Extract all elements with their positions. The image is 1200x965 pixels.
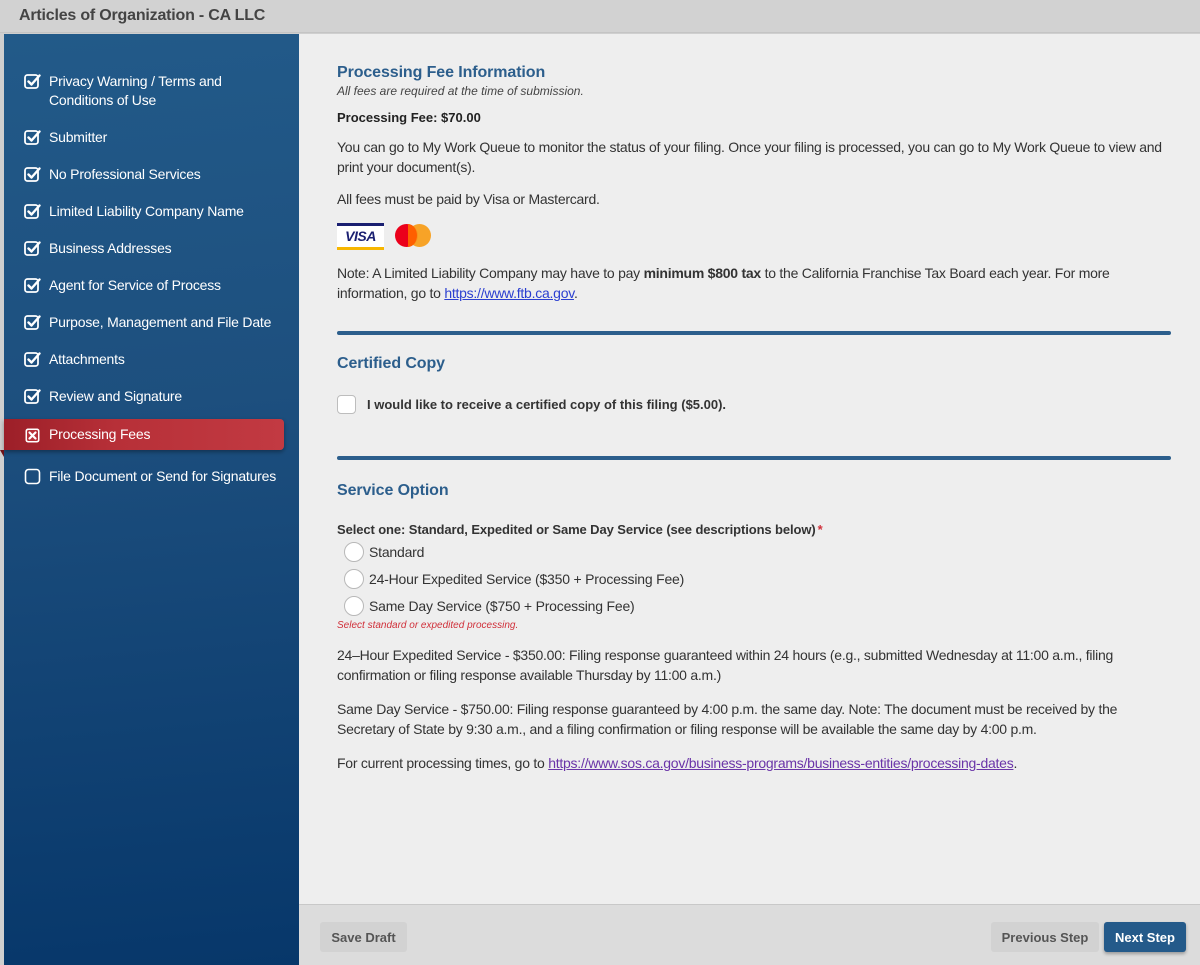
processing-times-text: For current processing times, go to http…: [337, 753, 1171, 773]
sidebar-item-submitter[interactable]: Submitter: [4, 128, 299, 147]
next-step-button[interactable]: Next Step: [1104, 922, 1186, 952]
radio-button[interactable]: [344, 595, 364, 616]
sidebar-item-no-professional-services[interactable]: No Professional Services: [4, 165, 299, 184]
certified-copy-checkbox[interactable]: [337, 395, 356, 414]
main-content: Processing Fee Information All fees are …: [299, 34, 1200, 904]
service-option-section: Service Option Select one: Standard, Exp…: [337, 482, 1171, 773]
times-end: .: [1013, 755, 1018, 771]
sidebar-item-file-document-or-send-for-signatures[interactable]: File Document or Send for Signatures: [4, 467, 299, 486]
sidebar-item-privacy-warning-terms-and-conditions-of-use[interactable]: Privacy Warning / Terms and Conditions o…: [4, 72, 299, 110]
certified-copy-option[interactable]: I would like to receive a certified copy…: [337, 395, 1171, 414]
checkbox-checked-icon: [24, 240, 41, 257]
question-text: Select one: Standard, Expedited or Same …: [337, 522, 816, 537]
work-queue-text: You can go to My Work Queue to monitor t…: [337, 139, 1162, 175]
section-heading: Processing Fee Information: [337, 64, 546, 81]
sidebar-item-label: Privacy Warning / Terms and Conditions o…: [49, 73, 222, 108]
sidebar-item-limited-liability-company-name[interactable]: Limited Liability Company Name: [4, 202, 299, 221]
sidebar-item-review-and-signature[interactable]: Review and Signature: [4, 387, 299, 406]
service-question: Select one: Standard, Expedited or Same …: [337, 522, 1171, 537]
llc-tax-note: Note: A Limited Liability Company may ha…: [337, 263, 1171, 303]
checkbox-checked-icon: [24, 351, 41, 368]
sidebar-item-label: No Professional Services: [49, 166, 201, 182]
sidebar-item-processing-fees[interactable]: Processing Fees: [0, 419, 284, 457]
radio-button[interactable]: [344, 568, 364, 589]
checkbox-checked-icon: [24, 314, 41, 331]
sidebar-item-agent-for-service-of-process[interactable]: Agent for Service of Process: [4, 276, 299, 295]
checkbox-x-icon: [24, 427, 41, 444]
section-divider: [337, 456, 1171, 460]
radio-button[interactable]: [344, 541, 364, 562]
mastercard-logo-icon: [395, 224, 433, 248]
sidebar-item-attachments[interactable]: Attachments: [4, 350, 299, 369]
sidebar-item-label: Limited Liability Company Name: [49, 203, 244, 219]
sidebar-item-label: Agent for Service of Process: [49, 277, 221, 293]
service-error-message: Select standard or expedited processing.: [337, 620, 519, 631]
footer-bar: Save Draft Previous Step Next Step: [299, 904, 1200, 965]
save-draft-button[interactable]: Save Draft: [320, 922, 407, 952]
note-text: Note: A Limited Liability Company may ha…: [337, 265, 644, 281]
sidebar-item-purpose-management-and-file-date[interactable]: Purpose, Management and File Date: [4, 313, 299, 332]
step-navigation: Privacy Warning / Terms and Conditions o…: [0, 72, 299, 486]
checkbox-checked-icon: [24, 73, 41, 90]
payment-text: All fees must be paid by Visa or Masterc…: [337, 191, 600, 207]
certified-copy-section: Certified Copy I would like to receive a…: [337, 355, 1171, 414]
sidebar-item-label: Processing Fees: [49, 426, 151, 442]
note-bold: minimum $800 tax: [643, 265, 762, 281]
checkbox-empty-icon: [24, 468, 41, 485]
section-divider: [337, 331, 1171, 335]
processing-fee-section: Processing Fee Information All fees are …: [337, 64, 1171, 303]
sidebar-item-label: Review and Signature: [49, 388, 182, 404]
required-mark: *: [817, 522, 823, 537]
section-heading: Service Option: [337, 482, 449, 499]
previous-step-button[interactable]: Previous Step: [991, 922, 1099, 952]
checkbox-checked-icon: [24, 203, 41, 220]
times-text: For current processing times, go to: [337, 755, 549, 771]
service-option-radio[interactable]: Standard: [344, 538, 1171, 565]
expedited-description: 24–Hour Expedited Service - $350.00: Fil…: [337, 647, 1114, 683]
card-logos: VISA: [337, 222, 1171, 250]
ftb-link[interactable]: https://www.ftb.ca.gov: [444, 285, 574, 301]
sidebar: Privacy Warning / Terms and Conditions o…: [0, 34, 299, 965]
note-end: .: [573, 285, 578, 301]
checkbox-checked-icon: [24, 166, 41, 183]
radio-label: Standard: [369, 543, 425, 560]
processing-dates-link[interactable]: https://www.sos.ca.gov/business-programs…: [548, 755, 1014, 771]
sidebar-item-label: Submitter: [49, 129, 108, 145]
fee-subheading: All fees are required at the time of sub…: [337, 84, 584, 98]
processing-fee-amount: Processing Fee: $70.00: [337, 110, 481, 125]
visa-logo-icon: VISA: [337, 222, 384, 250]
service-radio-group: Standard 24-Hour Expedited Service ($350 …: [337, 538, 1171, 619]
sidebar-item-business-addresses[interactable]: Business Addresses: [4, 239, 299, 258]
radio-label: Same Day Service ($750 + Processing Fee): [369, 597, 635, 614]
title-bar: Articles of Organization - CA LLC: [0, 0, 1200, 33]
service-option-radio[interactable]: Same Day Service ($750 + Processing Fee): [344, 592, 1171, 619]
sidebar-item-label: Business Addresses: [49, 240, 172, 256]
checkbox-checked-icon: [24, 388, 41, 405]
window-title: Articles of Organization - CA LLC: [19, 7, 266, 24]
sidebar-item-label: File Document or Send for Signatures: [49, 468, 277, 484]
sidebar-item-label: Purpose, Management and File Date: [49, 314, 272, 330]
sidebar-item-label: Attachments: [49, 351, 125, 367]
section-heading: Certified Copy: [337, 355, 445, 372]
checkbox-checked-icon: [24, 129, 41, 146]
service-option-radio[interactable]: 24-Hour Expedited Service ($350 + Proces…: [344, 565, 1171, 592]
same-day-description: Same Day Service - $750.00: Filing respo…: [337, 701, 1118, 737]
certified-copy-label: I would like to receive a certified copy…: [367, 397, 727, 412]
radio-label: 24-Hour Expedited Service ($350 + Proces…: [369, 570, 685, 587]
checkbox-checked-icon: [24, 277, 41, 294]
